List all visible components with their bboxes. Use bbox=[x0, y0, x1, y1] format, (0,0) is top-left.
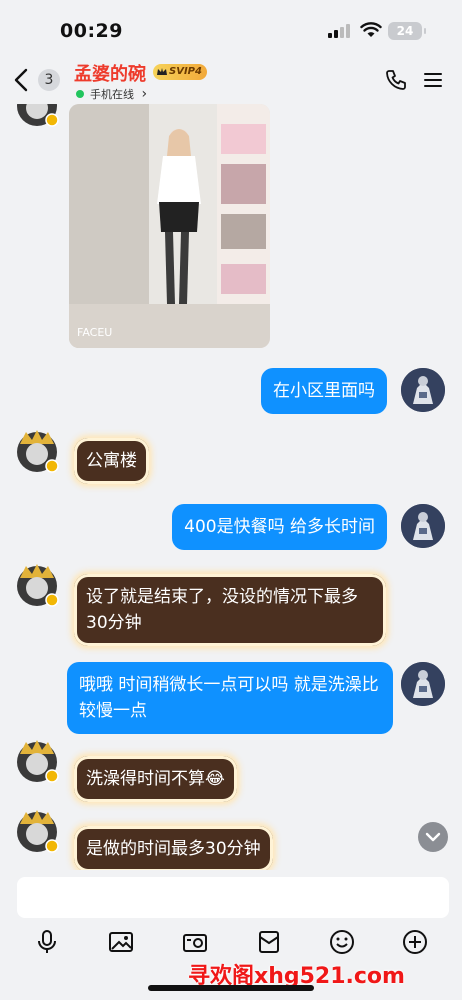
home-indicator bbox=[148, 985, 314, 991]
photo-watermark: FACEU bbox=[77, 326, 112, 339]
my-avatar[interactable] bbox=[401, 368, 445, 412]
chevron-right-icon: › bbox=[141, 86, 148, 102]
image-icon[interactable] bbox=[107, 928, 135, 956]
my-avatar[interactable] bbox=[401, 662, 445, 706]
online-status[interactable]: 手机在线 › bbox=[76, 86, 147, 102]
online-dot-icon bbox=[76, 90, 84, 98]
message-text: 哦哦 时间稍微长一点可以吗 就是洗澡比较慢一点 bbox=[79, 675, 379, 721]
composer: 寻欢阁xhg521.com bbox=[0, 870, 462, 1000]
mic-icon[interactable] bbox=[33, 928, 61, 956]
svip-badge: SVIP4 bbox=[153, 64, 207, 80]
unread-count-badge[interactable]: 3 bbox=[38, 69, 60, 91]
camera-icon[interactable] bbox=[181, 928, 209, 956]
message-text: 公寓楼 bbox=[86, 451, 137, 471]
message-bubble[interactable]: 洗澡得时间不算😂 bbox=[74, 756, 237, 802]
avatar-image bbox=[401, 504, 445, 548]
scroll-to-bottom-button[interactable] bbox=[418, 822, 448, 852]
contact-avatar[interactable] bbox=[12, 806, 62, 856]
message-text: 设了就是结束了，没设的情况下最多30分钟 bbox=[86, 587, 358, 633]
chevron-down-icon bbox=[425, 832, 441, 842]
red-packet-icon[interactable] bbox=[255, 928, 283, 956]
emoji-icon[interactable] bbox=[328, 928, 356, 956]
menu-icon[interactable] bbox=[422, 68, 444, 92]
photo-image: FACEU bbox=[69, 104, 270, 348]
message-row-outgoing: 400是快餐吗 给多长时间 bbox=[0, 502, 462, 552]
svip-label: SVIP4 bbox=[169, 66, 202, 77]
battery-indicator: 24 bbox=[388, 22, 426, 40]
message-image-row: FACEU bbox=[0, 104, 462, 354]
online-status-text: 手机在线 bbox=[90, 88, 134, 101]
contact-avatar[interactable] bbox=[12, 104, 62, 130]
message-input[interactable] bbox=[17, 877, 449, 918]
status-time: 00:29 bbox=[60, 20, 123, 42]
contact-avatar[interactable] bbox=[12, 560, 62, 610]
contact-avatar[interactable] bbox=[12, 426, 62, 476]
contact-name[interactable]: 孟婆的碗 bbox=[74, 60, 146, 86]
message-list[interactable]: FACEU 在小区里面吗 公寓楼 400是快餐吗 给多长时间 设了就是结束了，没… bbox=[0, 104, 462, 870]
my-avatar[interactable] bbox=[401, 504, 445, 548]
back-arrow-icon[interactable] bbox=[12, 68, 32, 92]
message-row-incoming: 公寓楼 bbox=[0, 426, 462, 486]
message-bubble[interactable]: 是做的时间最多30分钟 bbox=[74, 826, 273, 870]
message-text: 400是快餐吗 给多长时间 bbox=[184, 517, 375, 537]
message-text: 是做的时间最多30分钟 bbox=[86, 839, 261, 859]
message-text: 洗澡得时间不算😂 bbox=[86, 769, 225, 789]
message-bubble[interactable]: 设了就是结束了，没设的情况下最多30分钟 bbox=[74, 574, 386, 646]
crown-icon bbox=[157, 68, 167, 75]
status-bar: 00:29 24 bbox=[0, 0, 462, 56]
phone-call-icon[interactable] bbox=[384, 68, 408, 92]
avatar-image bbox=[401, 368, 445, 412]
plus-icon[interactable] bbox=[401, 928, 429, 956]
contact-avatar[interactable] bbox=[12, 736, 62, 786]
chat-header: 3 孟婆的碗 SVIP4 手机在线 › bbox=[0, 56, 462, 104]
message-row-incoming: 洗澡得时间不算😂 bbox=[0, 736, 462, 802]
message-row-incoming: 是做的时间最多30分钟 bbox=[0, 806, 462, 870]
cellular-signal-icon bbox=[328, 24, 350, 38]
shared-photo[interactable]: FACEU bbox=[69, 104, 270, 348]
message-bubble[interactable]: 在小区里面吗 bbox=[261, 368, 387, 414]
wifi-icon bbox=[360, 22, 382, 37]
message-bubble[interactable]: 公寓楼 bbox=[74, 438, 149, 484]
message-row-outgoing: 哦哦 时间稍微长一点可以吗 就是洗澡比较慢一点 bbox=[0, 660, 462, 734]
avatar-image bbox=[401, 662, 445, 706]
message-text: 在小区里面吗 bbox=[273, 381, 375, 401]
message-row-incoming: 设了就是结束了，没设的情况下最多30分钟 bbox=[0, 560, 462, 646]
message-bubble[interactable]: 哦哦 时间稍微长一点可以吗 就是洗澡比较慢一点 bbox=[67, 662, 393, 734]
message-bubble[interactable]: 400是快餐吗 给多长时间 bbox=[172, 504, 387, 550]
message-row-outgoing: 在小区里面吗 bbox=[0, 366, 462, 416]
